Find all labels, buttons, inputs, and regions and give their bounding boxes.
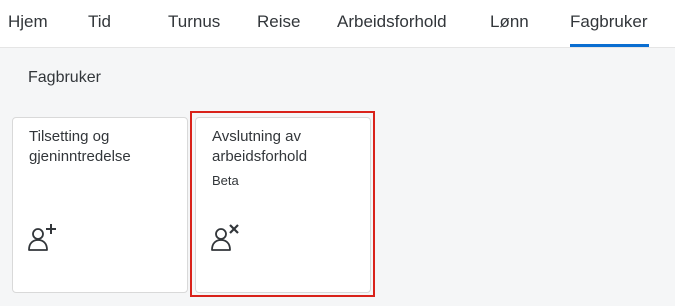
top-navigation-bar: Hjem Tid Turnus Reise Arbeidsforhold Løn… bbox=[0, 0, 675, 48]
active-tab-indicator bbox=[570, 44, 649, 47]
tab-fagbruker[interactable]: Fagbruker bbox=[570, 12, 647, 32]
tile-tilsetting[interactable]: Tilsetting og gjeninntredelse bbox=[12, 117, 188, 293]
tab-hjem[interactable]: Hjem bbox=[8, 12, 48, 32]
tab-arbeidsforhold[interactable]: Arbeidsforhold bbox=[337, 12, 447, 32]
tab-reise[interactable]: Reise bbox=[257, 12, 300, 32]
tile-subtitle-beta: Beta bbox=[212, 173, 239, 188]
tab-turnus[interactable]: Turnus bbox=[168, 12, 220, 32]
tab-tid[interactable]: Tid bbox=[88, 12, 111, 32]
section-title: Fagbruker bbox=[28, 69, 101, 86]
tile-title: Avslutning av arbeidsforhold bbox=[212, 128, 308, 165]
add-person-icon bbox=[28, 224, 56, 251]
tab-lonn[interactable]: Lønn bbox=[490, 12, 529, 32]
tile-title: Tilsetting og gjeninntredelse bbox=[29, 128, 131, 165]
tile-avslutning[interactable]: Avslutning av arbeidsforhold Beta bbox=[195, 117, 371, 293]
remove-person-icon bbox=[211, 224, 239, 251]
